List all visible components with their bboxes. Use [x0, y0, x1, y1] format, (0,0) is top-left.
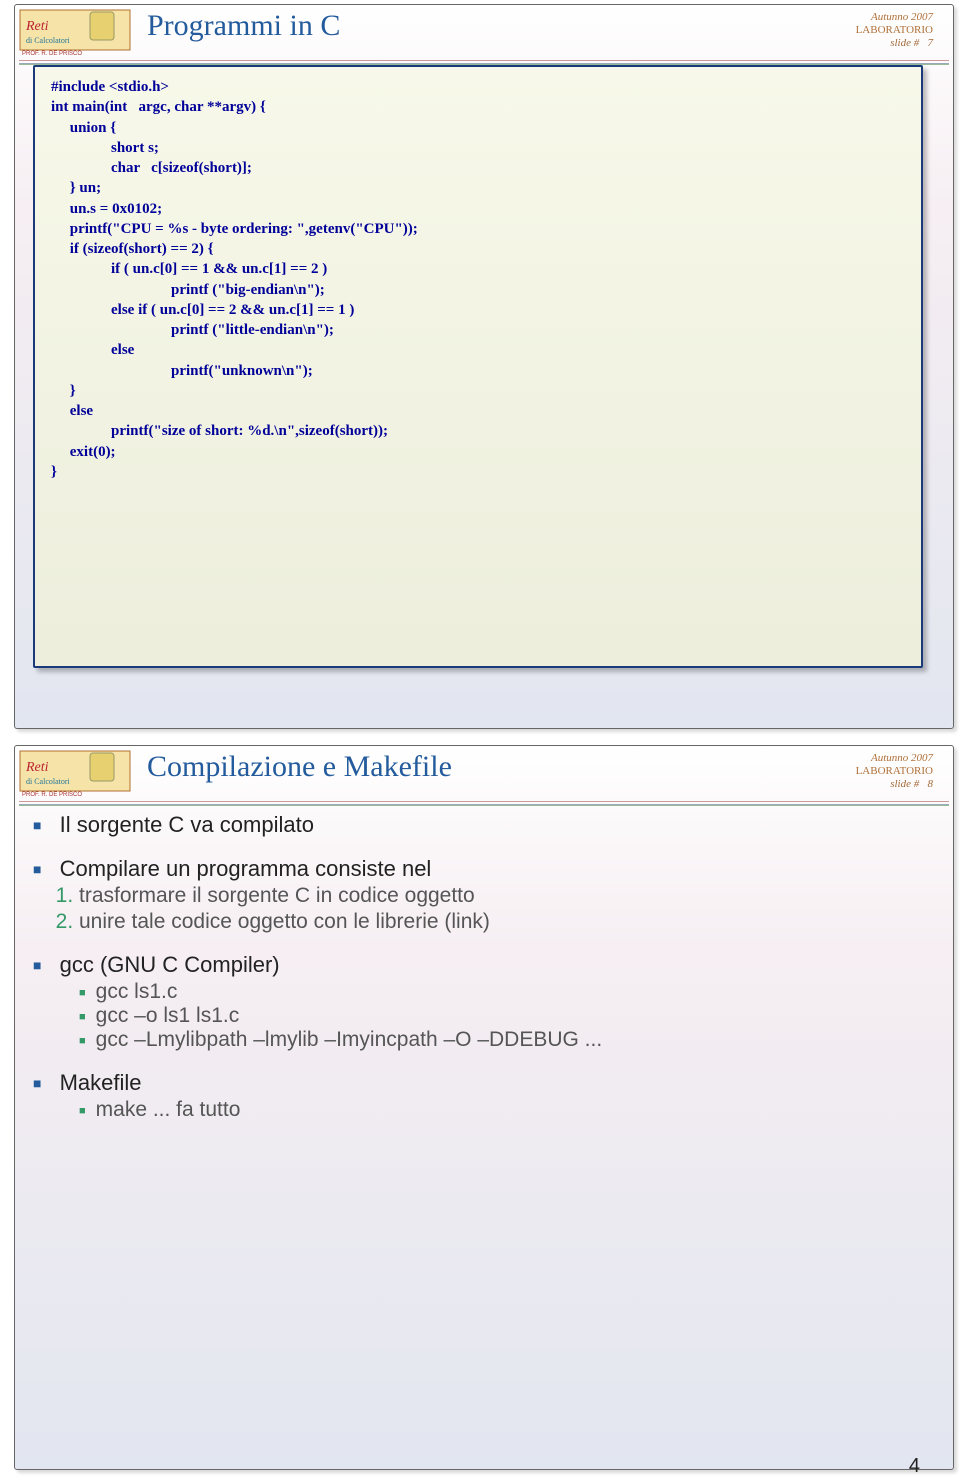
bullet-makefile: Makefile make ... fa tutto — [33, 1070, 923, 1122]
meta-term: Autunno 2007 — [856, 11, 933, 24]
bullet-text: gcc (GNU C Compiler) — [60, 952, 280, 977]
page-number: 4 — [909, 1455, 920, 1478]
code-block: #include <stdio.h> int main(int argc, ch… — [51, 77, 905, 482]
course-logo: Reti di Calcolatori PROF. R. DE PRISCO — [18, 749, 133, 797]
svg-text:Reti: Reti — [25, 19, 49, 34]
title-divider — [19, 60, 949, 64]
code-panel: #include <stdio.h> int main(int argc, ch… — [33, 65, 923, 668]
bullet-sorgente: Il sorgente C va compilato — [33, 812, 923, 838]
meta-slidenum: 8 — [928, 778, 934, 790]
slide-meta: Autunno 2007 LABORATORIO slide # 8 — [856, 752, 933, 792]
meta-slidelabel: slide # — [890, 778, 919, 790]
slide-title: Programmi in C — [147, 9, 340, 43]
slide-frame-1: Reti di Calcolatori PROF. R. DE PRISCO P… — [14, 4, 954, 729]
slide-meta: Autunno 2007 LABORATORIO slide # 7 — [856, 11, 933, 51]
meta-slidelabel: slide # — [890, 37, 919, 49]
list-item: gcc ls1.c — [79, 980, 923, 1004]
bullet-text: Il sorgente C va compilato — [60, 812, 314, 837]
bullet-compilare: Compilare un programma consiste nel tras… — [33, 856, 923, 934]
svg-text:PROF. R. DE PRISCO: PROF. R. DE PRISCO — [22, 792, 82, 797]
list-item: trasformare il sorgente C in codice ogge… — [79, 884, 923, 908]
bullet-text: Makefile — [60, 1070, 142, 1095]
svg-text:di Calcolatori: di Calcolatori — [26, 777, 71, 786]
svg-text:Reti: Reti — [25, 760, 49, 775]
meta-lab: LABORATORIO — [856, 765, 933, 778]
bullet-gcc: gcc (GNU C Compiler) gcc ls1.c gcc –o ls… — [33, 952, 923, 1052]
svg-text:di Calcolatori: di Calcolatori — [26, 36, 71, 45]
list-item: unire tale codice oggetto con le libreri… — [79, 910, 923, 934]
slide-title: Compilazione e Makefile — [147, 750, 452, 784]
list-item: gcc –Lmylibpath –lmylib –Imyincpath –O –… — [79, 1028, 923, 1052]
meta-term: Autunno 2007 — [856, 752, 933, 765]
svg-text:PROF. R. DE PRISCO: PROF. R. DE PRISCO — [22, 51, 82, 56]
slide-frame-2: Reti di Calcolatori PROF. R. DE PRISCO C… — [14, 745, 954, 1470]
course-logo: Reti di Calcolatori PROF. R. DE PRISCO — [18, 8, 133, 56]
list-item: gcc –o ls1 ls1.c — [79, 1004, 923, 1028]
meta-lab: LABORATORIO — [856, 24, 933, 37]
bullet-text: Compilare un programma consiste nel — [60, 856, 432, 881]
content-area: Il sorgente C va compilato Compilare un … — [33, 812, 923, 1433]
meta-slidenum: 7 — [928, 37, 934, 49]
title-divider — [19, 801, 949, 805]
list-item: make ... fa tutto — [79, 1098, 923, 1122]
